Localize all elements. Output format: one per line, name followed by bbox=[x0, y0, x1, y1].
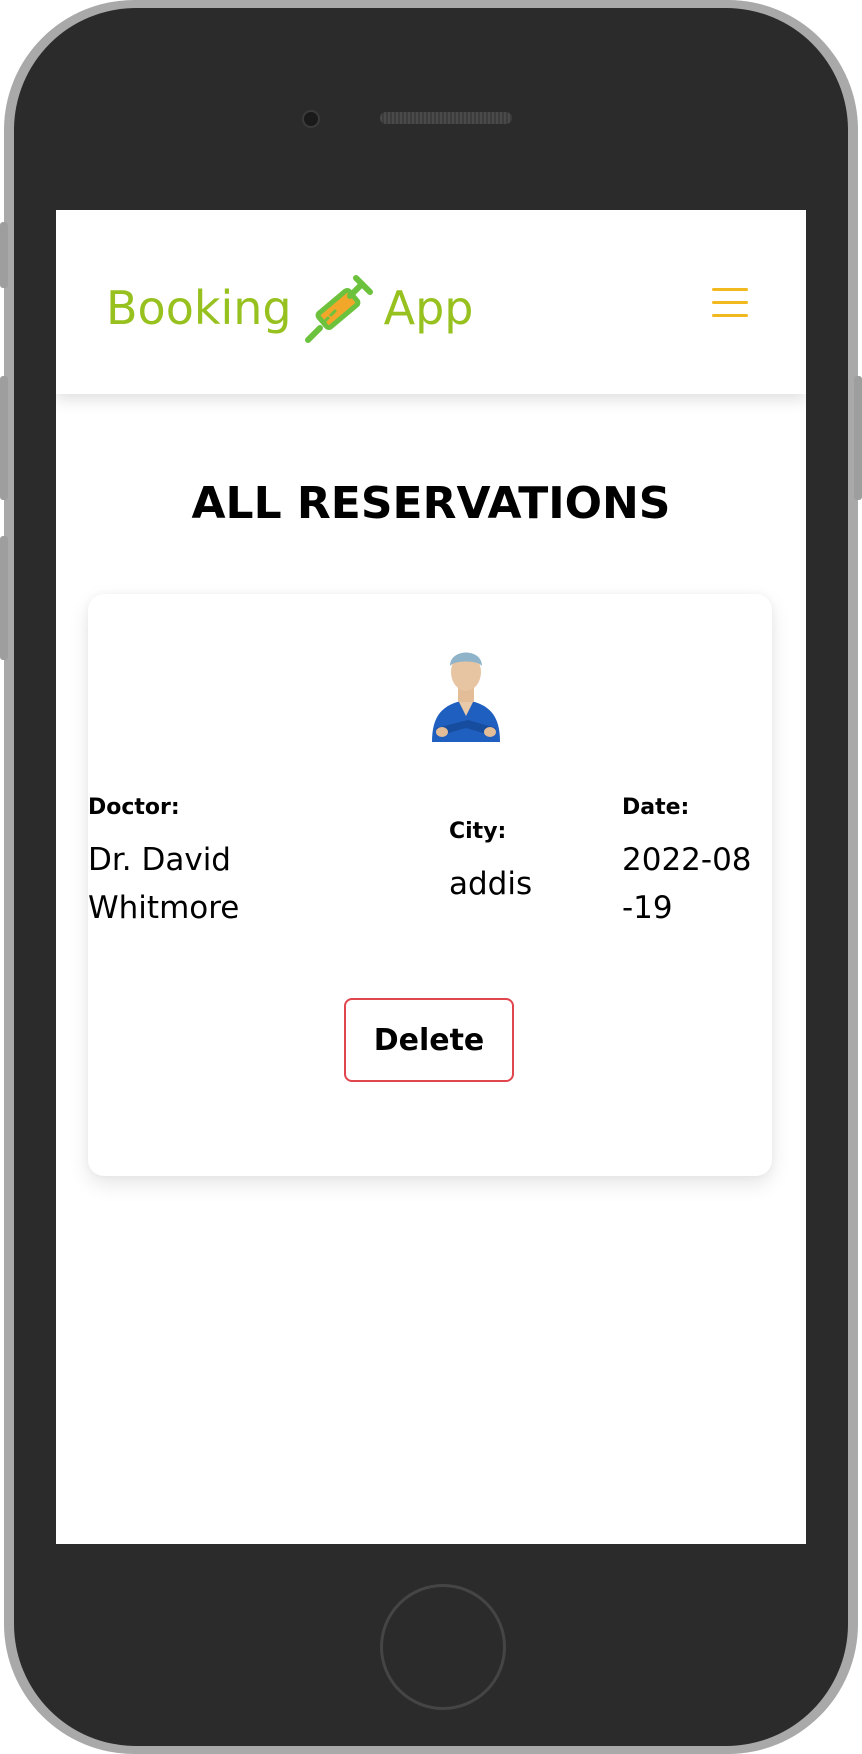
page-title: ALL RESERVATIONS bbox=[191, 478, 671, 529]
app-screen: Booking App ALL RESERVATIONS Doctor: Dr.… bbox=[56, 210, 806, 1544]
brand-name-right: App bbox=[383, 281, 474, 335]
hamburger-menu-icon[interactable] bbox=[712, 288, 748, 318]
doctor-field: Doctor: Dr. David Whitmore bbox=[88, 794, 388, 932]
doctor-photo bbox=[432, 652, 500, 742]
reservation-card: Doctor: Dr. David Whitmore City: addis D… bbox=[88, 594, 772, 1176]
volume-down-button bbox=[0, 536, 8, 660]
date-label: Date: bbox=[622, 795, 690, 820]
city-label: City: bbox=[449, 819, 507, 844]
city-value: addis bbox=[449, 866, 533, 902]
phone-side-button bbox=[0, 222, 8, 288]
front-camera bbox=[302, 110, 320, 128]
navbar: Booking App bbox=[56, 210, 806, 394]
city-field: City: addis bbox=[449, 818, 589, 908]
brand-name-left: Booking bbox=[106, 281, 292, 335]
date-value: 2022-08-19 bbox=[622, 842, 752, 926]
brand-logo[interactable]: Booking App bbox=[106, 268, 474, 348]
power-button bbox=[854, 376, 862, 500]
syringe-icon bbox=[304, 275, 373, 343]
home-button[interactable] bbox=[380, 1584, 506, 1710]
delete-button[interactable]: Delete bbox=[344, 998, 514, 1082]
doctor-label: Doctor: bbox=[88, 795, 180, 820]
volume-up-button bbox=[0, 376, 8, 500]
date-field: Date: 2022-08-19 bbox=[622, 794, 762, 932]
earpiece-speaker bbox=[380, 112, 512, 124]
doctor-name: Dr. David Whitmore bbox=[88, 842, 240, 926]
